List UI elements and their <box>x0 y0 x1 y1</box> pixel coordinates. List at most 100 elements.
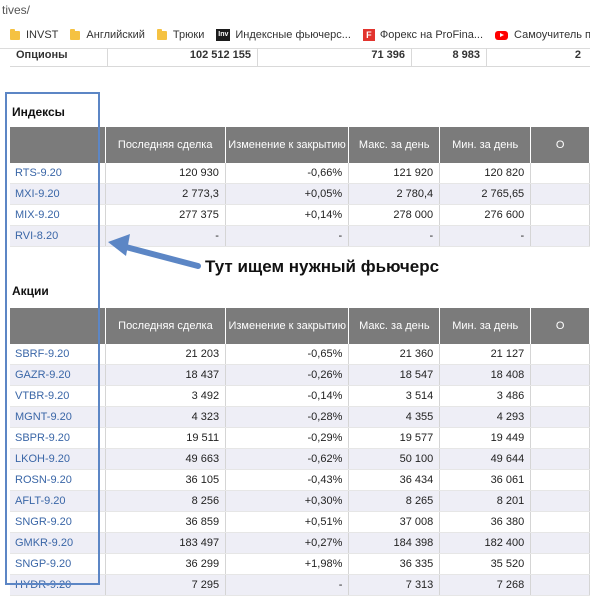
last-price-cell: 277 375 <box>105 204 226 226</box>
day-high-cell: 36 335 <box>348 553 441 575</box>
ticker-cell[interactable]: LKOH-9.20 <box>10 448 106 470</box>
table-row[interactable]: VTBR-9.20 3 492 -0,14% 3 514 3 486 <box>10 385 590 407</box>
change-cell: +0,51% <box>225 511 350 533</box>
change-cell: +0,30% <box>225 490 350 512</box>
table-row[interactable]: AFLT-9.20 8 256 +0,30% 8 265 8 201 <box>10 490 590 512</box>
bookmark-profinance[interactable]: F Форекс на ProFina... <box>362 29 483 41</box>
profinance-icon: F <box>362 29 375 41</box>
change-cell: +0,14% <box>225 204 350 226</box>
table-row[interactable]: MXI-9.20 2 773,3 +0,05% 2 780,4 2 765,65 <box>10 183 590 205</box>
last-price-cell: 19 511 <box>105 427 227 449</box>
ticker-cell[interactable]: SNGP-9.20 <box>10 553 106 575</box>
options-last: 102 512 155 <box>108 48 258 66</box>
col-header-extra[interactable]: О <box>530 127 590 163</box>
change-cell: -0,26% <box>225 364 350 386</box>
day-low-cell: 182 400 <box>439 532 532 554</box>
address-bar[interactable]: tives/ <box>0 0 590 22</box>
table-row[interactable]: MIX-9.20 277 375 +0,14% 278 000 276 600 <box>10 204 590 226</box>
bookmark-youtube[interactable]: Самоучитель по... <box>495 29 590 41</box>
col-header-high[interactable]: Макс. за день <box>348 308 441 344</box>
table-row[interactable]: MGNT-9.20 4 323 -0,28% 4 355 4 293 <box>10 406 590 428</box>
table-row[interactable]: RTS-9.20 120 930 -0,66% 121 920 120 820 <box>10 163 590 184</box>
bookmark-label: Индексные фьючерс... <box>235 29 351 41</box>
ticker-cell[interactable]: VTBR-9.20 <box>10 385 106 407</box>
day-low-cell: 120 820 <box>439 163 532 184</box>
table-row[interactable]: RVI-8.20- - - - <box>10 225 590 247</box>
col-header-high[interactable]: Макс. за день <box>348 127 441 163</box>
col-header-extra[interactable]: О <box>530 308 590 344</box>
table-row[interactable]: GMKR-9.20 183 497 +0,27% 184 398 182 400 <box>10 532 590 554</box>
ticker-cell[interactable]: MXI-9.20 <box>10 183 106 205</box>
bookmark-label: Трюки <box>172 29 205 41</box>
bookmarks-bar: INVST Английский Трюки Inv Индексные фью… <box>0 22 590 49</box>
ticker-cell[interactable]: RTS-9.20 <box>10 163 106 184</box>
last-price-cell: 183 497 <box>105 532 227 554</box>
table-row[interactable]: SBRF-9.20 21 203 -0,65% 21 360 21 127 <box>10 344 590 365</box>
table-row[interactable]: SNGP-9.20 36 299 +1,98% 36 335 35 520 <box>10 553 590 575</box>
options-row: Опционы 102 512 155 71 396 8 983 2 <box>10 48 590 67</box>
youtube-icon <box>495 30 509 40</box>
change-cell: -0,28% <box>225 406 350 428</box>
change-cell: - <box>225 225 350 247</box>
options-change: 71 396 <box>258 48 412 66</box>
day-low-cell: 7 268 <box>439 574 532 596</box>
day-high-cell: 8 265 <box>348 490 441 512</box>
extra-cell <box>530 225 590 247</box>
col-header-change[interactable]: Изменение к закрытию <box>225 308 350 344</box>
table-row[interactable]: ROSN-9.20 36 105 -0,43% 36 434 36 061 <box>10 469 590 491</box>
col-header-last[interactable]: Последняя сделка <box>105 127 226 163</box>
day-low-cell: 18 408 <box>439 364 532 386</box>
bookmark-tricks[interactable]: Трюки <box>156 28 205 41</box>
extra-cell <box>530 344 590 365</box>
ticker-cell[interactable]: SNGR-9.20 <box>10 511 106 533</box>
table-row[interactable]: HYDR-9.20 7 295-7 313 7 268 <box>10 574 590 596</box>
extra-cell <box>530 183 590 205</box>
day-high-cell: 2 780,4 <box>348 183 441 205</box>
change-cell: +0,05% <box>225 183 350 205</box>
bookmark-english[interactable]: Английский <box>70 28 145 41</box>
last-price-cell: 120 930 <box>105 163 226 184</box>
bookmark-investing[interactable]: Inv Индексные фьючерс... <box>216 29 351 41</box>
day-high-cell: 121 920 <box>348 163 441 184</box>
ticker-cell[interactable]: MGNT-9.20 <box>10 406 106 428</box>
ticker-cell[interactable]: SBRF-9.20 <box>10 344 106 365</box>
ticker-cell[interactable]: AFLT-9.20 <box>10 490 106 512</box>
col-header-low[interactable]: Мин. за день <box>439 127 532 163</box>
stocks-header-row: Последняя сделка Изменение к закрытию Ма… <box>10 308 590 344</box>
table-row[interactable]: LKOH-9.20 49 663 -0,62% 50 100 49 644 <box>10 448 590 470</box>
col-header-last[interactable]: Последняя сделка <box>105 308 227 344</box>
last-price-cell: 49 663 <box>105 448 227 470</box>
ticker-cell[interactable]: MIX-9.20 <box>10 204 106 226</box>
ticker-cell[interactable]: RVI-8.20 <box>10 225 106 247</box>
ticker-cell[interactable]: GMKR-9.20 <box>10 532 106 554</box>
last-price-cell: 18 437 <box>105 364 227 386</box>
ticker-cell[interactable]: SBPR-9.20 <box>10 427 106 449</box>
day-low-cell: 4 293 <box>439 406 532 428</box>
col-header-low[interactable]: Мин. за день <box>439 308 532 344</box>
indices-section-title: Индексы <box>12 105 65 119</box>
day-high-cell: 4 355 <box>348 406 441 428</box>
extra-cell <box>530 427 590 449</box>
day-high-cell: 3 514 <box>348 385 441 407</box>
table-row[interactable]: SBPR-9.20 19 511 -0,29% 19 577 19 449 <box>10 427 590 449</box>
table-row[interactable]: GAZR-9.20 18 437 -0,26% 18 547 18 408 <box>10 364 590 386</box>
change-cell: -0,14% <box>225 385 350 407</box>
day-low-cell: 276 600 <box>439 204 532 226</box>
last-price-cell: 4 323 <box>105 406 227 428</box>
last-price-cell: 21 203 <box>105 344 227 365</box>
day-low-cell: 19 449 <box>439 427 532 449</box>
ticker-cell[interactable]: ROSN-9.20 <box>10 469 106 491</box>
bookmark-invst[interactable]: INVST <box>10 28 58 41</box>
day-high-cell: 7 313 <box>348 574 441 596</box>
extra-cell <box>530 574 590 596</box>
ticker-cell[interactable]: HYDR-9.20 <box>10 574 106 596</box>
day-low-cell: 35 520 <box>439 553 532 575</box>
table-row[interactable]: SNGR-9.20 36 859 +0,51% 37 008 36 380 <box>10 511 590 533</box>
day-high-cell: 19 577 <box>348 427 441 449</box>
ticker-cell[interactable]: GAZR-9.20 <box>10 364 106 386</box>
day-low-cell: 2 765,65 <box>439 183 532 205</box>
day-high-cell: 21 360 <box>348 344 441 365</box>
change-cell: +0,27% <box>225 532 350 554</box>
col-header-change[interactable]: Изменение к закрытию <box>225 127 350 163</box>
extra-cell <box>530 532 590 554</box>
